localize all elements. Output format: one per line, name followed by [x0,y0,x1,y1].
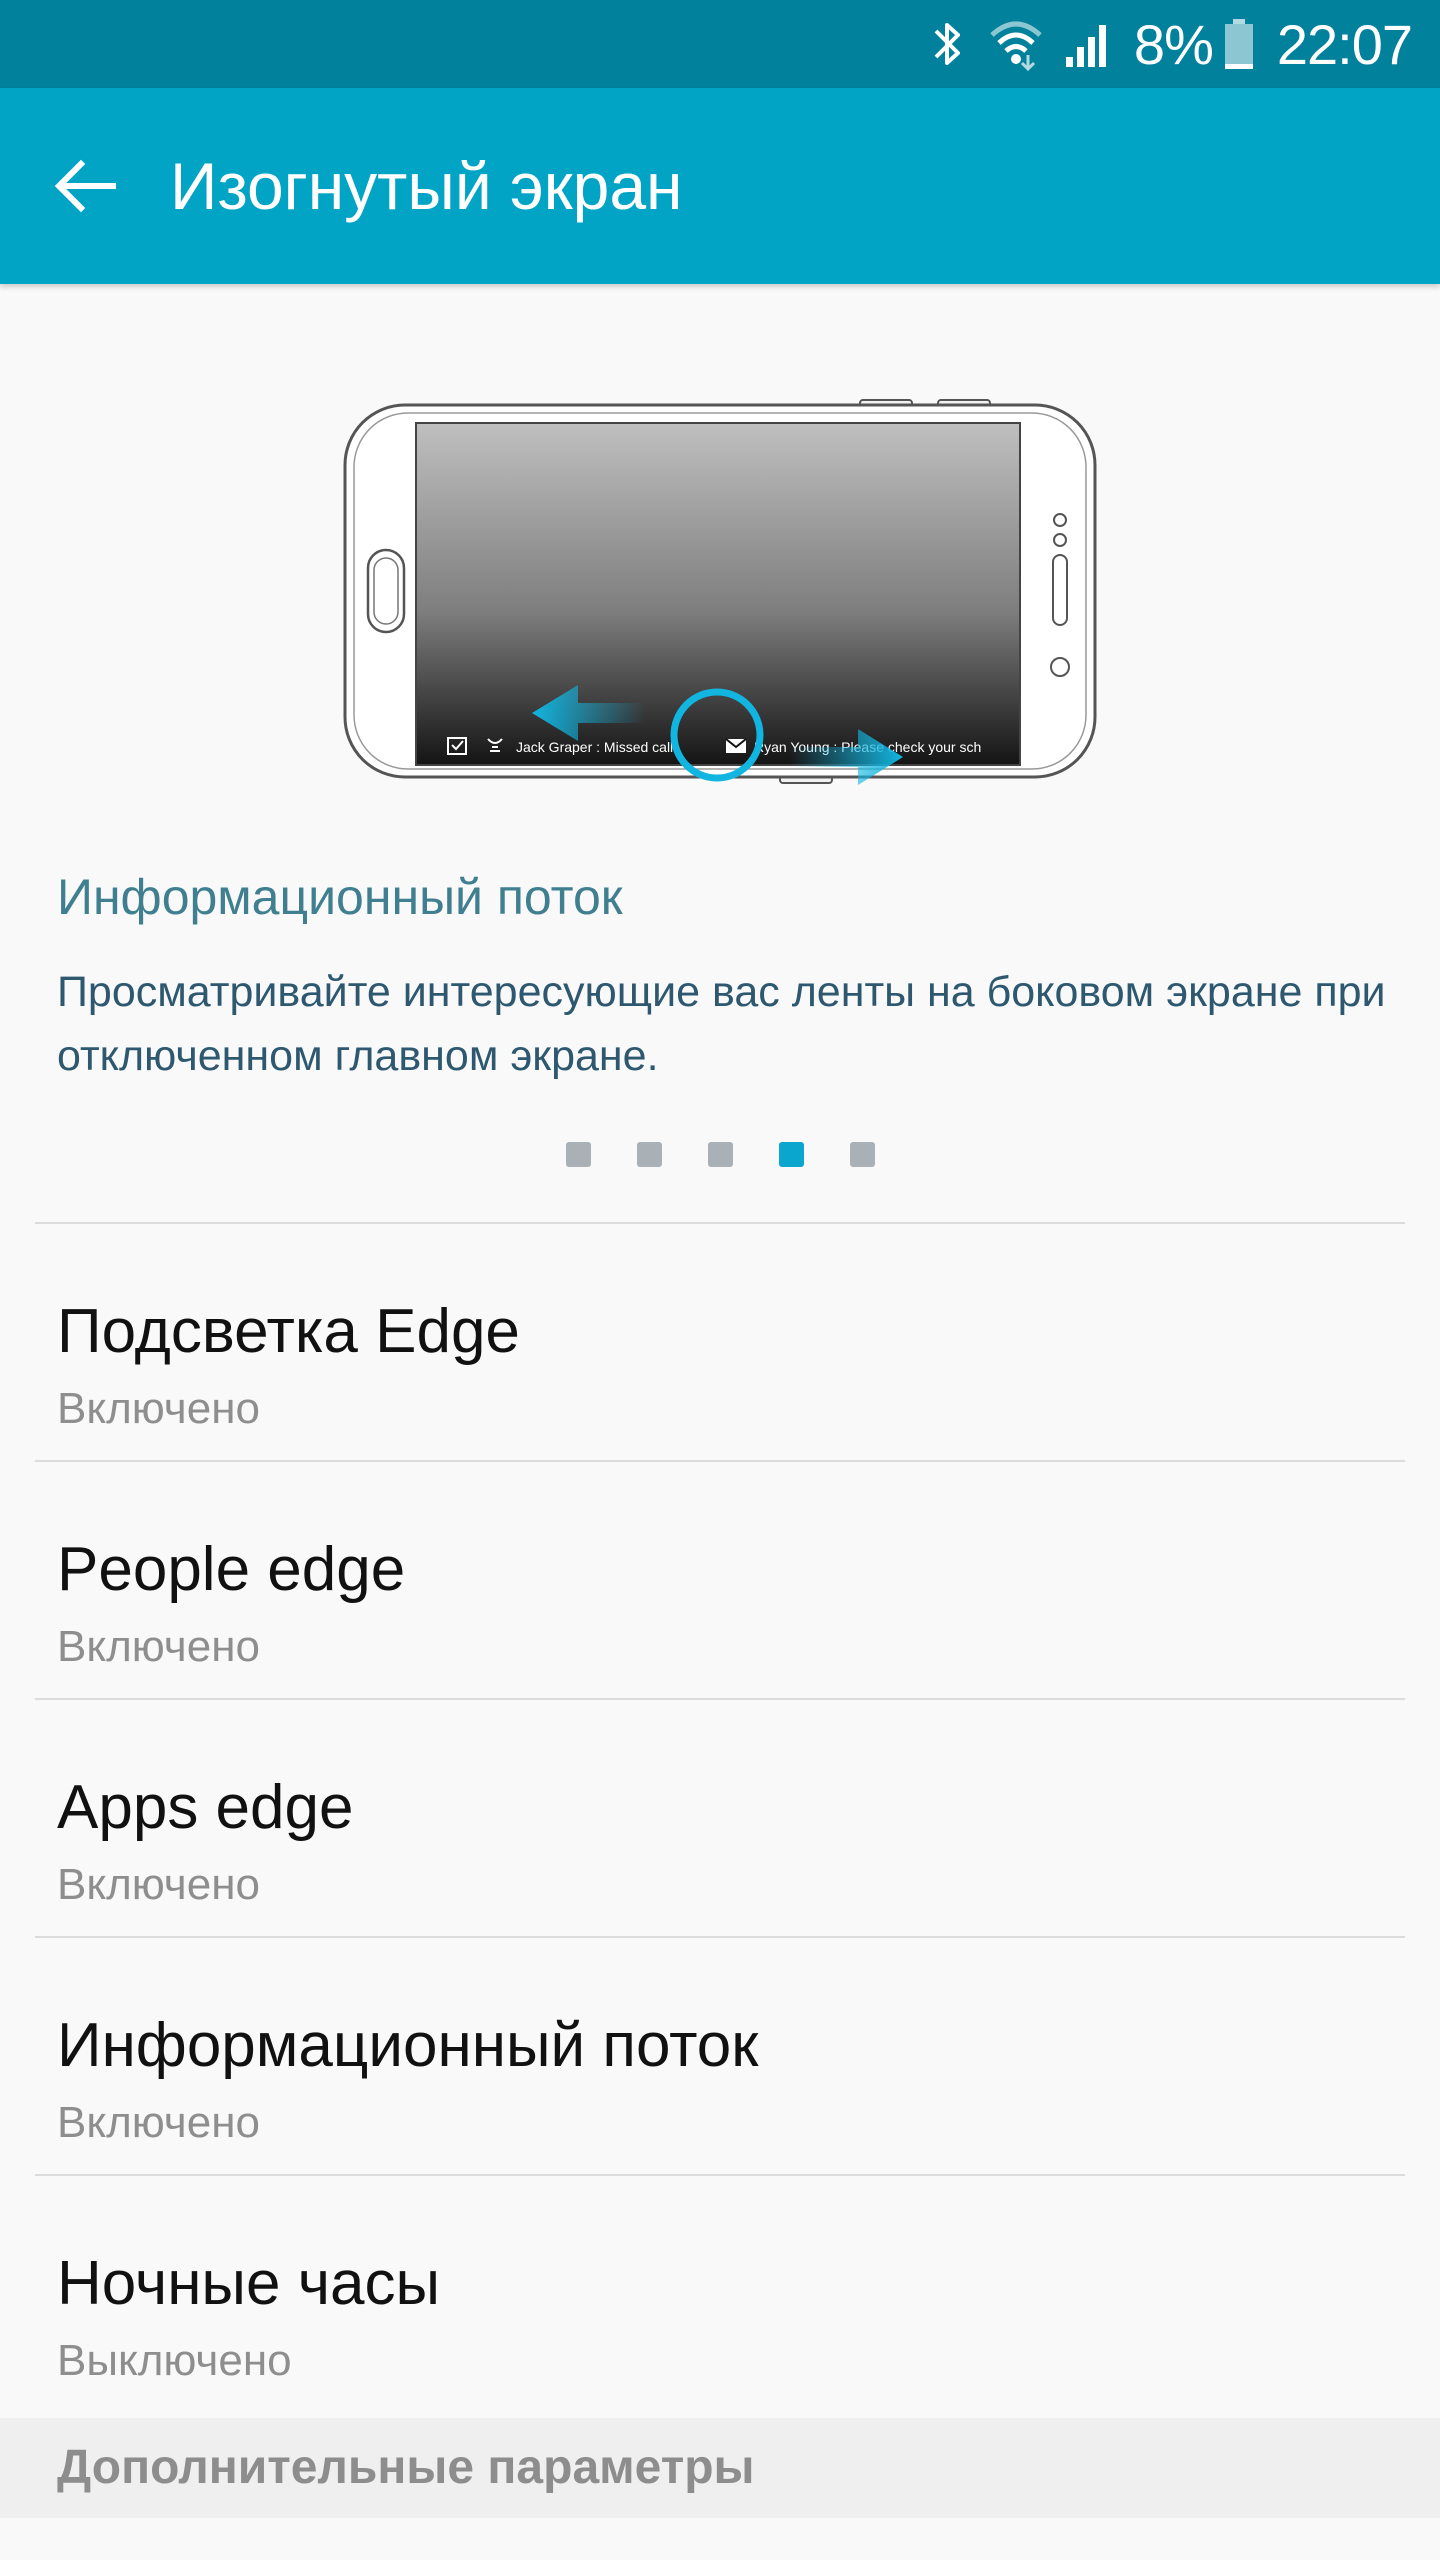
setting-state: Выключено [57,2336,292,2385]
status-bar: 8% 22:07 [0,0,1440,88]
page-title: Изогнутый экран [170,149,683,223]
setting-title: People edge [57,1535,406,1604]
battery-icon [1223,17,1255,71]
setting-people-edge[interactable]: People edge Включено [0,1462,1440,1698]
page-dot-active[interactable] [778,1142,804,1167]
setting-title: Apps edge [57,1773,354,1842]
section-header-label: Дополнительные параметры [57,2441,755,2494]
setting-state: Включено [57,1860,260,1909]
setting-title: Подсветка Edge [57,1297,520,1366]
feature-description: Просматривайте интересующие вас ленты на… [57,968,1386,1080]
wifi-icon [988,17,1044,71]
setting-title: Информационный поток [57,2011,759,2080]
page-indicator [0,1142,1440,1168]
setting-state: Включено [57,1384,260,1433]
setting-night-clock[interactable]: Ночные часы Выключено [0,2176,1440,2412]
clock: 22:07 [1276,12,1413,76]
page-dot[interactable] [565,1142,591,1167]
setting-apps-edge[interactable]: Apps edge Включено [0,1700,1440,1936]
setting-state: Включено [57,2098,260,2147]
page-dot[interactable] [849,1142,875,1167]
setting-information-stream[interactable]: Информационный поток Включено [0,1938,1440,2174]
arrow-left-icon [54,159,116,213]
feature-title: Информационный поток [57,869,623,925]
bluetooth-icon [928,17,968,71]
page-dot[interactable] [707,1142,733,1167]
section-header-advanced: Дополнительные параметры [0,2418,1440,2518]
edge-feature-illustration: Jack Graper : Missed call Ryan Young : P… [340,395,1100,815]
battery-percent: 8% [1133,12,1214,76]
page-dot[interactable] [636,1142,662,1167]
setting-state: Включено [57,1622,260,1671]
back-button[interactable] [0,88,170,284]
setting-title: Ночные часы [57,2249,441,2318]
setting-edge-lighting[interactable]: Подсветка Edge Включено [0,1224,1440,1460]
cellular-signal-icon [1064,19,1114,69]
svg-text:Jack Graper : Missed call: Jack Graper : Missed call [516,739,673,755]
app-bar: Изогнутый экран [0,88,1440,284]
